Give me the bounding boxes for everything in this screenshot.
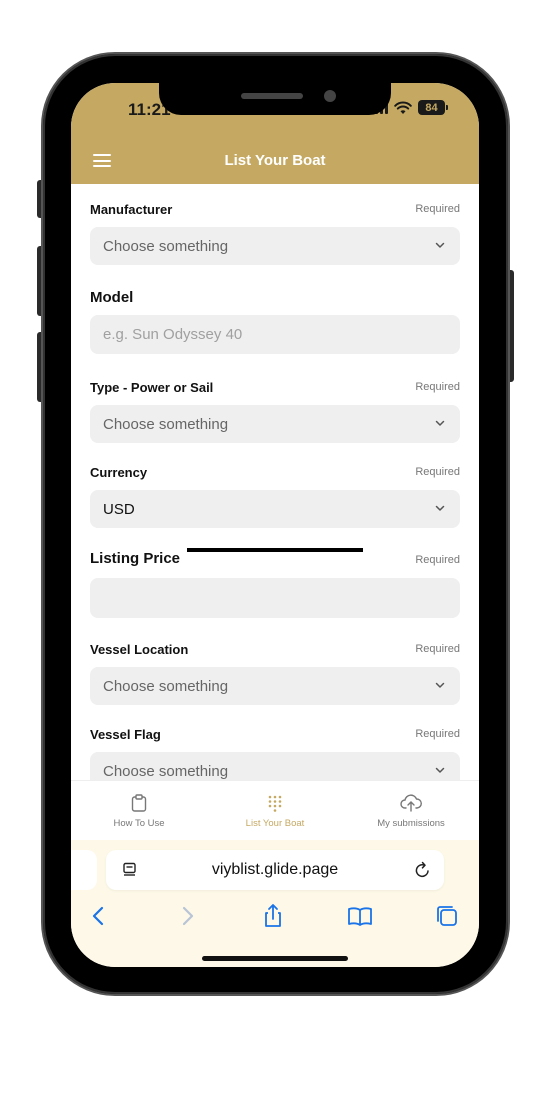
reload-icon[interactable]: [414, 861, 431, 879]
type-label: Type - Power or Sail: [90, 380, 214, 395]
type-select-value: Choose something: [103, 415, 229, 433]
boat-listing-form: Manufacturer Required Choose something M…: [90, 184, 460, 780]
tab-label: How To Use: [113, 818, 165, 829]
tab-label: My submissions: [377, 818, 445, 829]
tab-label: List Your Boat: [245, 818, 305, 829]
required-indicator: Required: [415, 203, 460, 215]
currency-label: Currency: [90, 465, 148, 480]
app-header: 11:21 84 List Your Boat: [71, 83, 479, 184]
currency-select[interactable]: USD: [90, 490, 460, 528]
model-input[interactable]: e.g. Sun Odyssey 40: [90, 315, 460, 354]
cloud-upload-icon: [400, 794, 422, 812]
required-indicator: Required: [415, 466, 460, 478]
forward-chevron-icon[interactable]: [174, 903, 200, 929]
safari-bottom-bar: viyblist.glide.page: [71, 840, 479, 967]
reader-mode-icon[interactable]: [122, 862, 138, 878]
required-indicator: Required: [415, 554, 460, 566]
model-input-placeholder: e.g. Sun Odyssey 40: [103, 326, 243, 343]
vessel-location-label: Vessel Location: [90, 642, 189, 657]
front-camera: [324, 90, 336, 102]
required-indicator: Required: [415, 381, 460, 393]
tab-my-submissions[interactable]: My submissions: [343, 781, 479, 840]
bottom-tab-bar: How To Use List Your Boat My submissions: [71, 780, 479, 840]
tab-list-your-boat[interactable]: List Your Boat: [207, 781, 343, 840]
currency-select-value: USD: [103, 500, 135, 518]
manufacturer-label: Manufacturer: [90, 202, 173, 217]
chevron-down-icon: [435, 242, 445, 248]
dot-grid-icon: [268, 795, 282, 812]
chevron-down-icon: [435, 505, 445, 511]
vessel-location-select[interactable]: Choose something: [90, 667, 460, 705]
power-button: [507, 270, 514, 382]
tabs-icon[interactable]: [434, 903, 460, 929]
vessel-flag-select[interactable]: Choose something: [90, 752, 460, 780]
model-label: Model: [90, 289, 134, 306]
bookmarks-icon[interactable]: [347, 903, 373, 929]
vessel-flag-select-value: Choose something: [103, 762, 229, 780]
vessel-flag-label: Vessel Flag: [90, 727, 161, 742]
clipboard-icon: [131, 794, 147, 812]
previous-tab-preview[interactable]: [71, 850, 97, 890]
chevron-down-icon: [435, 420, 445, 426]
vessel-location-select-value: Choose something: [103, 677, 229, 695]
listing-price-input[interactable]: [90, 578, 460, 618]
chevron-down-icon: [435, 767, 445, 773]
phone-screen: 11:21 84 List Your Boat Manufacturer Req…: [71, 83, 479, 967]
url-text: viyblist.glide.page: [211, 861, 339, 878]
wifi-icon: [394, 101, 412, 114]
home-indicator: [202, 956, 348, 961]
camera-notch: [159, 83, 391, 115]
manufacturer-select[interactable]: Choose something: [90, 227, 460, 265]
required-indicator: Required: [415, 728, 460, 740]
manufacturer-select-value: Choose something: [103, 237, 229, 255]
redaction-bar: [187, 548, 363, 552]
speaker-grille: [241, 93, 303, 99]
address-bar[interactable]: viyblist.glide.page: [106, 850, 444, 890]
tab-how-to-use[interactable]: How To Use: [71, 781, 207, 840]
back-chevron-icon[interactable]: [86, 903, 112, 929]
battery-icon: 84: [418, 100, 448, 115]
required-indicator: Required: [415, 643, 460, 655]
share-icon[interactable]: [260, 903, 286, 929]
page-title: List Your Boat: [224, 152, 326, 169]
type-select[interactable]: Choose something: [90, 405, 460, 443]
listing-price-label: Listing Price: [90, 550, 181, 567]
chevron-down-icon: [435, 682, 445, 688]
